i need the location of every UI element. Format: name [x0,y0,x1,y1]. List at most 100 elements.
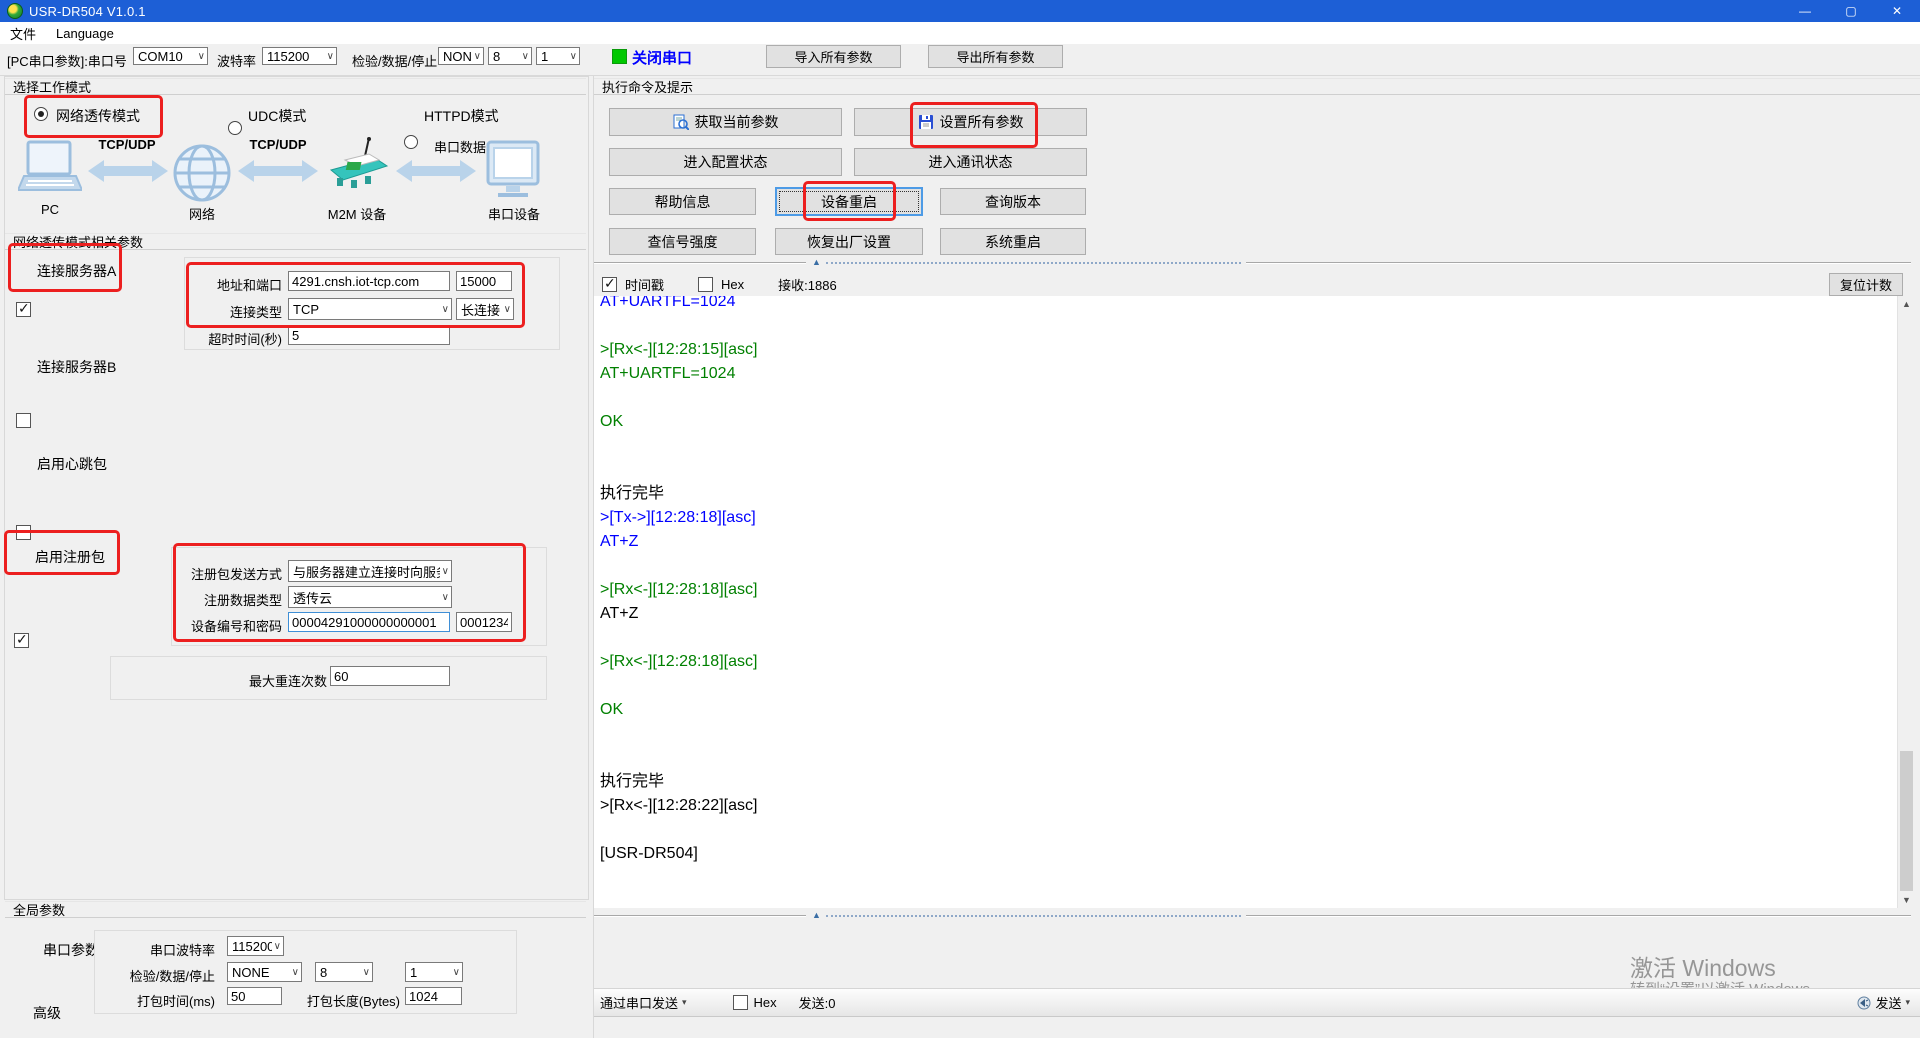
log-lines: AT+UARTFL=1024 >[Rx<-][12:28:15][asc] AT+… [594,296,1897,866]
serial-parity-label: 检验/数据/停止 [128,966,215,985]
chevron-down-icon: ∨ [327,51,334,62]
server-b-checkbox[interactable] [16,413,31,428]
send-bar: 通过串口发送 ▾ Hex 发送:0 发送 ▾ [594,988,1920,1017]
radio-udc-mode[interactable] [228,121,242,135]
stopbits-select[interactable]: 1∨ [536,47,580,65]
timeout-input[interactable] [288,325,450,345]
databits-select[interactable]: 8∨ [488,47,532,65]
chevron-down-icon: ∨ [442,592,449,603]
reconnect-label: 最大重连次数 [233,671,327,690]
log-line: >[Rx<-][12:28:22][asc] [594,794,1897,818]
baud-select[interactable]: 115200∨ [262,47,337,65]
com-port-select[interactable]: COM10∨ [133,47,208,65]
chevron-down-icon: ∨ [442,566,449,577]
title-bar: USR-DR504 V1.0.1 — ▢ ✕ [0,0,1920,22]
log-line: >[Rx<-][12:28:15][asc] [594,338,1897,362]
serial-databits-select[interactable]: 8∨ [315,962,373,982]
chevron-down-icon: ▾ [682,997,687,1008]
chevron-down-icon: ∨ [198,51,205,62]
reconnect-input[interactable] [330,666,450,686]
diagram-m2m-label: M2M 设备 [322,204,392,223]
pack-time-input[interactable] [227,987,282,1005]
device-password-input[interactable] [456,612,512,632]
radio-transparent-mode[interactable] [34,107,48,121]
close-button[interactable]: ✕ [1874,0,1920,22]
server-port-input[interactable] [456,271,512,291]
serial-parity-select[interactable]: NONE∨ [227,962,302,982]
maximize-button[interactable]: ▢ [1828,0,1874,22]
parity-label: 检验/数据/停止 [352,51,437,70]
splitter-arrow-icon: ▲ [812,257,821,267]
register-data-type-select[interactable]: 透传云∨ [288,586,452,608]
log-line: AT+UARTFL=1024 [594,296,1897,314]
enter-config-button[interactable]: 进入配置状态 [609,148,842,176]
floppy-save-icon [918,114,934,130]
serial-stopbits-select[interactable]: 1∨ [405,962,463,982]
register-send-mode-select[interactable]: 与服务器建立连接时向服务器∨ [288,560,452,582]
arrow-icon [396,158,476,189]
parity-select[interactable]: NONI∨ [438,47,484,65]
chevron-down-icon: ∨ [274,941,281,952]
scrollbar-thumb[interactable] [1900,751,1913,891]
send-hex-checkbox[interactable] [733,995,748,1010]
help-info-button[interactable]: 帮助信息 [609,188,756,215]
log-line: AT+Z [594,530,1897,554]
chevron-down-icon: ∨ [453,967,460,978]
scroll-up-icon[interactable]: ▲ [1902,299,1911,309]
device-restart-button[interactable]: 设备重启 [775,187,923,216]
log-area[interactable]: AT+UARTFL=1024 >[Rx<-][12:28:15][asc] AT+… [594,296,1897,908]
log-splitter-top[interactable]: ▲ [594,257,1914,268]
conn-type-select[interactable]: TCP∨ [288,298,452,320]
set-params-button[interactable]: 设置所有参数 [854,108,1087,136]
factory-reset-button[interactable]: 恢复出厂设置 [775,228,923,255]
server-a-checkbox[interactable] [16,302,31,317]
log-line [594,554,1897,578]
diagram-arrow1-label: TCP/UDP [92,137,162,152]
work-mode-section-header: 选择工作模式 [5,78,586,95]
device-id-input[interactable] [288,612,450,632]
minimize-button[interactable]: — [1782,0,1828,22]
pack-time-label: 打包时间(ms) [128,991,215,1010]
system-restart-button[interactable]: 系统重启 [940,228,1086,255]
baud-label: 波特率 [217,51,256,70]
query-version-button[interactable]: 查询版本 [940,188,1086,215]
send-button[interactable]: 发送 ▾ [1857,993,1910,1012]
pack-len-input[interactable] [405,987,462,1005]
log-line [594,314,1897,338]
scroll-down-icon[interactable]: ▼ [1902,895,1911,905]
pc-icon [18,140,82,203]
import-params-button[interactable]: 导入所有参数 [766,45,901,68]
reset-counter-button[interactable]: 复位计数 [1829,273,1903,296]
conn-mode-select[interactable]: 长连接∨ [456,298,514,320]
signal-strength-button[interactable]: 查信号强度 [609,228,756,255]
recv-count: 接收:1886 [778,275,837,294]
menu-bar: 文件 Language [0,22,1920,45]
radio-udc-mode-label: UDC模式 [248,106,306,126]
device-id-label: 设备编号和密码 [180,616,282,635]
enter-comm-button[interactable]: 进入通讯状态 [854,148,1087,176]
diagram-network-label: 网络 [176,204,228,223]
log-splitter-bottom[interactable]: ▲ [594,910,1914,921]
radio-httpd-mode[interactable] [404,135,418,149]
register-checkbox[interactable] [14,633,29,648]
recv-hex-checkbox[interactable] [698,277,713,292]
menu-language[interactable]: Language [46,22,124,44]
serial-group-label: 串口参数 [43,940,99,960]
close-port-button[interactable]: 关闭串口 [632,47,692,68]
timestamp-checkbox[interactable] [602,277,617,292]
radio-httpd-mode-label: HTTPD模式 [424,106,499,126]
log-line [594,674,1897,698]
serial-baud-select[interactable]: 115200∨ [227,936,284,956]
get-params-button[interactable]: 获取当前参数 [609,108,842,136]
menu-file[interactable]: 文件 [0,22,46,44]
log-line [594,626,1897,650]
chevron-down-icon: ∨ [292,967,299,978]
heartbeat-checkbox[interactable] [16,525,31,540]
export-params-button[interactable]: 导出所有参数 [928,45,1063,68]
reconnect-groupbox [110,656,547,700]
server-address-input[interactable] [288,271,450,291]
radio-transparent-mode-label: 网络透传模式 [56,106,140,126]
log-line: 执行完毕 [594,482,1897,506]
send-via-serial-dropdown[interactable]: 通过串口发送 ▾ [600,993,687,1012]
log-vertical-scrollbar[interactable]: ▲ ▼ [1897,296,1915,908]
